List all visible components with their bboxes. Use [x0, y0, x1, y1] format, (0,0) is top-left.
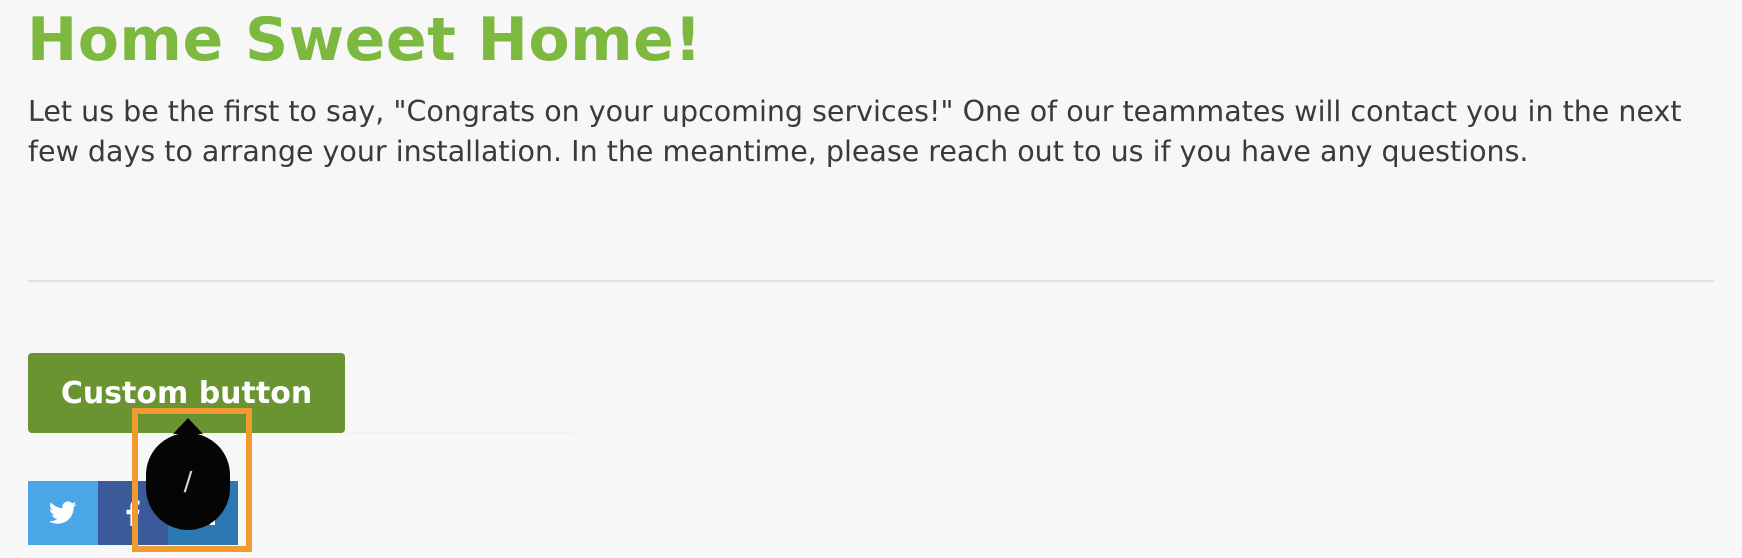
page-title: Home Sweet Home! — [27, 5, 703, 75]
share-twitter-button[interactable] — [28, 481, 98, 545]
tooltip-body: / — [146, 433, 230, 530]
divider — [28, 280, 1714, 282]
facebook-icon — [126, 500, 140, 526]
tooltip-arrow — [173, 418, 203, 434]
tooltip: / — [146, 418, 230, 530]
tooltip-text: / — [183, 466, 193, 497]
twitter-icon — [49, 501, 77, 524]
confirmation-message: Let us be the first to say, "Congrats on… — [28, 95, 1682, 168]
faint-divider — [345, 432, 575, 433]
